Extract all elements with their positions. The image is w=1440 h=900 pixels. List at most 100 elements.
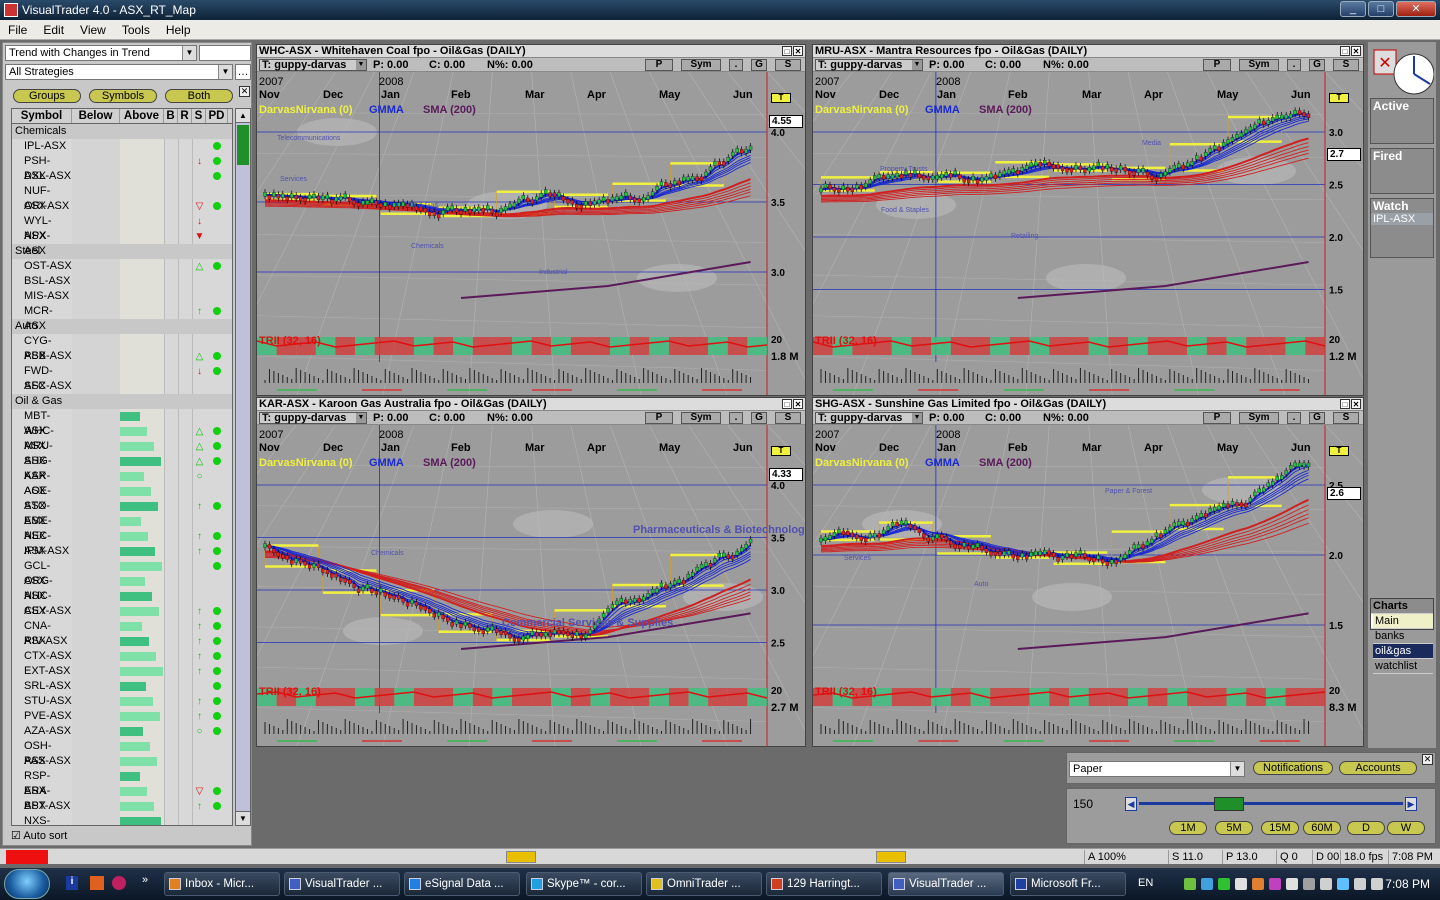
table-row[interactable]: NUF-ASX (12, 184, 232, 212)
menu-help[interactable]: Help (158, 20, 199, 39)
chevron-right-icon[interactable]: » (142, 874, 148, 886)
table-row[interactable]: WHC-ASX △ (12, 424, 232, 452)
group-header[interactable]: Chemicals (12, 124, 232, 139)
chevron-down-icon[interactable]: ▼ (1230, 762, 1244, 776)
taskbar-item[interactable]: Skype™ - cor... (526, 872, 642, 896)
timeframe-w-button[interactable]: W (1387, 821, 1425, 835)
table-row[interactable]: NPX-ASX ▼ (12, 229, 232, 257)
autosort-checkbox[interactable]: ☑ Auto sort (11, 829, 67, 842)
table-row[interactable]: ORI-ASX ▽ (12, 199, 232, 214)
table-row[interactable]: MCR-ASX ↑ (12, 304, 232, 332)
chevron-down-icon[interactable]: ▼ (218, 65, 232, 79)
table-row[interactable]: ORG-ASX (12, 574, 232, 602)
menu-tools[interactable]: Tools (114, 20, 158, 39)
symbols-button[interactable]: Symbols (89, 89, 157, 103)
price-chart[interactable]: 3.0 2.5 2.0 1.5 (813, 72, 1364, 396)
menu-file[interactable]: File (0, 20, 35, 39)
col-s[interactable]: S (192, 109, 206, 123)
slider-thumb[interactable] (1213, 797, 1244, 811)
chevron-down-icon[interactable]: ▼ (182, 46, 196, 60)
scroll-thumb[interactable] (237, 125, 249, 165)
table-row[interactable]: AZA-ASX ○ (12, 724, 232, 739)
timeframe-5m-button[interactable]: 5M (1215, 821, 1253, 835)
col-above[interactable]: Above (120, 109, 164, 123)
table-row[interactable]: OSH-ASX (12, 739, 232, 767)
trade-button[interactable]: T (1329, 446, 1349, 456)
table-row[interactable]: CEY-ASX ↑ (12, 604, 232, 619)
left-arrow-icon[interactable]: ◀ (1125, 797, 1137, 811)
col-pd[interactable]: PD (206, 109, 228, 123)
timeframe-1m-button[interactable]: 1M (1169, 821, 1207, 835)
table-row[interactable]: NXS-ASX (12, 814, 232, 825)
table-row[interactable]: MIS-ASX (12, 289, 232, 304)
col-r[interactable]: R (178, 109, 192, 123)
active-box[interactable]: Active (1370, 98, 1434, 144)
quicklaunch-icon[interactable] (112, 876, 126, 890)
table-row[interactable]: CTX-ASX ↑ (12, 649, 232, 664)
tray-icon[interactable] (1354, 878, 1366, 890)
checkbox-icon[interactable]: ☑ (11, 830, 21, 842)
close-icon[interactable]: ✕ (793, 399, 803, 409)
trade-button[interactable]: T (771, 446, 791, 456)
watch-box[interactable]: Watch IPL-ASX (1370, 198, 1434, 258)
table-row[interactable]: PVE-ASX ↑ (12, 709, 232, 724)
close-icon[interactable]: ✕ (793, 46, 803, 56)
start-button[interactable] (4, 869, 50, 899)
table-row[interactable]: MRU-ASX △ (12, 439, 232, 467)
tray-icon[interactable] (1303, 878, 1315, 890)
chart-set-item[interactable]: Main (1373, 614, 1433, 629)
menu-edit[interactable]: Edit (35, 20, 72, 39)
dot-button[interactable]: . (729, 59, 743, 71)
table-row[interactable]: BPT-ASX ↑ (12, 799, 232, 814)
template-select[interactable]: T: guppy-darvas ▼ (815, 59, 923, 71)
template-select[interactable]: T: guppy-darvas ▼ (259, 59, 367, 71)
tray-icon[interactable] (1320, 878, 1332, 890)
grid-button[interactable]: G (751, 412, 767, 424)
style-button[interactable]: S (775, 59, 801, 71)
scroll-down-icon[interactable]: ▼ (236, 811, 250, 825)
taskbar-item[interactable]: VisualTrader ... (888, 872, 1004, 896)
quicklaunch-icon[interactable] (90, 876, 104, 890)
table-row[interactable]: IPL-ASX (12, 139, 232, 154)
close-icon[interactable]: ✕ (239, 86, 250, 97)
tray-icon[interactable] (1235, 878, 1247, 890)
timeframe-15m-button[interactable]: 15M (1261, 821, 1299, 835)
scrollbar[interactable]: ▲ ▼ (235, 108, 251, 826)
period-button[interactable]: P (645, 412, 673, 424)
notifications-button[interactable]: Notifications (1253, 761, 1333, 775)
maximize-button[interactable]: □ (1368, 1, 1394, 17)
col-b[interactable]: B (164, 109, 178, 123)
maximize-icon[interactable]: □ (782, 46, 792, 56)
period-button[interactable]: P (1203, 412, 1231, 424)
table-row[interactable]: CNA-ASX ↑ (12, 619, 232, 647)
tray-icon[interactable] (1269, 878, 1281, 890)
table-row[interactable]: PSH-ASX ↓ (12, 154, 232, 182)
tray-icon[interactable] (1252, 878, 1264, 890)
grid-button[interactable]: G (751, 59, 767, 71)
symbol-button[interactable]: Sym (681, 59, 721, 71)
chevron-down-icon[interactable]: ▼ (912, 60, 922, 70)
table-row[interactable]: NEC-ASX ↑ (12, 529, 232, 557)
splitter-handle[interactable] (506, 851, 536, 863)
style-button[interactable]: S (775, 412, 801, 424)
maximize-icon[interactable]: □ (1340, 399, 1350, 409)
chart-window[interactable]: WHC-ASX - Whitehaven Coal fpo - Oil&Gas … (256, 44, 806, 396)
table-row[interactable]: CYG-ASX (12, 334, 232, 362)
dot-button[interactable]: . (1287, 412, 1301, 424)
close-button[interactable]: ✕ (1396, 1, 1436, 17)
search-input[interactable] (199, 45, 251, 61)
table-row[interactable]: OST-ASX △ (12, 259, 232, 274)
timeframe-60m-button[interactable]: 60M (1303, 821, 1341, 835)
clock[interactable]: 7:08 PM (1385, 877, 1430, 891)
menu-view[interactable]: View (72, 20, 114, 39)
taskbar-item[interactable]: Inbox - Micr... (164, 872, 280, 896)
table-row[interactable]: SHG-ASX △ (12, 454, 232, 482)
dot-button[interactable]: . (1287, 59, 1301, 71)
period-button[interactable]: P (645, 59, 673, 71)
chart-set-item[interactable]: banks (1373, 629, 1433, 644)
price-chart[interactable]: 4.03.53.02.5 (257, 425, 806, 747)
table-row[interactable]: EXT-ASX ↑ (12, 664, 232, 679)
table-row[interactable]: STO-ASX ↑ (12, 499, 232, 527)
dot-button[interactable]: . (729, 412, 743, 424)
table-row[interactable]: MBT-ASX (12, 409, 232, 437)
